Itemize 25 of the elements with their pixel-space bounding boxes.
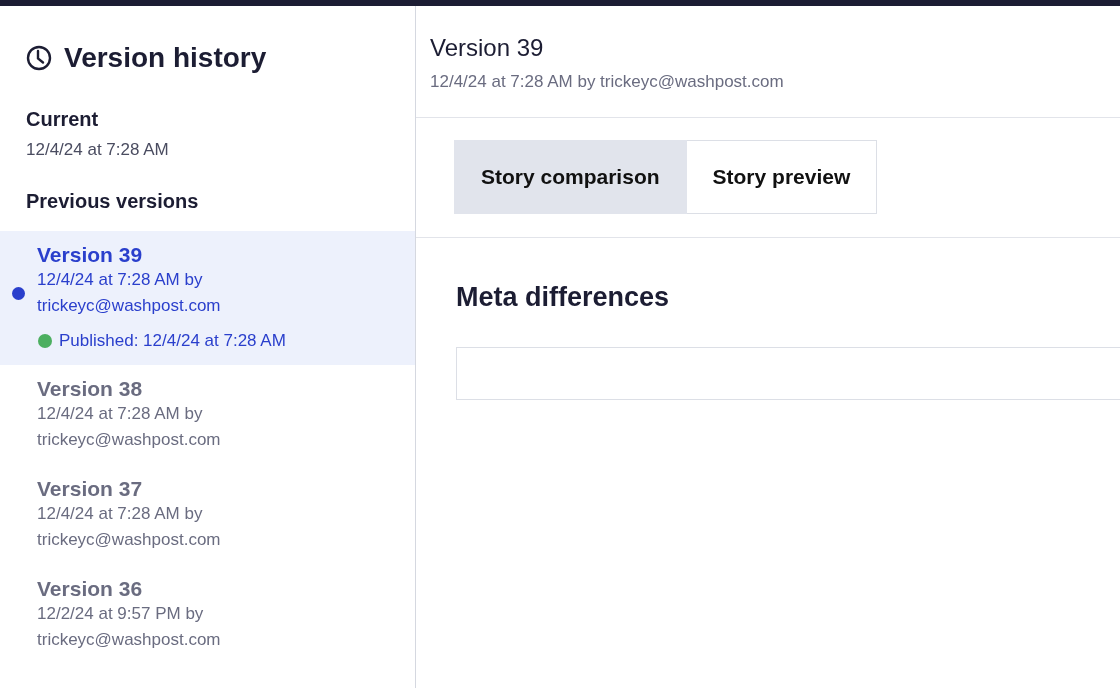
version-meta: 12/4/24 at 7:28 AM by trickeyc@washpost.com bbox=[37, 503, 222, 551]
version-item[interactable]: Version 39 12/4/24 at 7:28 AM by trickeyc@washpost.com Published: 12/4/24 at 7:28 AM bbox=[0, 231, 415, 365]
status-dot-icon bbox=[38, 334, 52, 348]
version-title: Version 38 bbox=[37, 377, 144, 401]
version-title: Version 39 bbox=[37, 243, 144, 267]
version-title: Version 39 bbox=[430, 34, 545, 62]
timestamp: 12/4/24 at 7:28 AM bbox=[26, 140, 170, 160]
selected-dot-icon bbox=[12, 287, 25, 300]
section-heading: Previous versions bbox=[25, 189, 200, 214]
tab[interactable]: Story preview bbox=[686, 140, 878, 214]
version-item[interactable]: Version 36 12/2/24 at 9:57 PM by trickeyc@washpost.com bbox=[0, 565, 415, 665]
clock-icon bbox=[26, 45, 52, 71]
version-item[interactable]: Version 38 12/4/24 at 7:28 AM by trickeyc@washpost.com bbox=[0, 365, 415, 465]
version-meta: 12/2/24 at 9:57 PM by trickeyc@washpost.com bbox=[37, 603, 222, 651]
version-meta: 12/4/24 at 7:28 AM by trickeyc@washpost.com bbox=[430, 72, 785, 92]
version-meta: 12/4/24 at 7:28 AM by trickeyc@washpost.com bbox=[37, 269, 222, 317]
version-meta: 12/4/24 at 7:28 AM by trickeyc@washpost.com bbox=[37, 403, 222, 451]
section-heading: Current bbox=[26, 108, 100, 131]
tab[interactable]: Story comparison bbox=[454, 140, 687, 214]
panel-title: Version history bbox=[64, 42, 267, 74]
version-title: Version 37 bbox=[37, 477, 144, 501]
published-label: Published: 12/4/24 at 7:28 AM bbox=[59, 331, 286, 351]
version-title: Version 36 bbox=[37, 577, 144, 601]
version-item[interactable]: Version 37 12/4/24 at 7:28 AM by trickeyc@washpost.com bbox=[0, 465, 415, 565]
section-title: Meta differences bbox=[456, 282, 671, 313]
